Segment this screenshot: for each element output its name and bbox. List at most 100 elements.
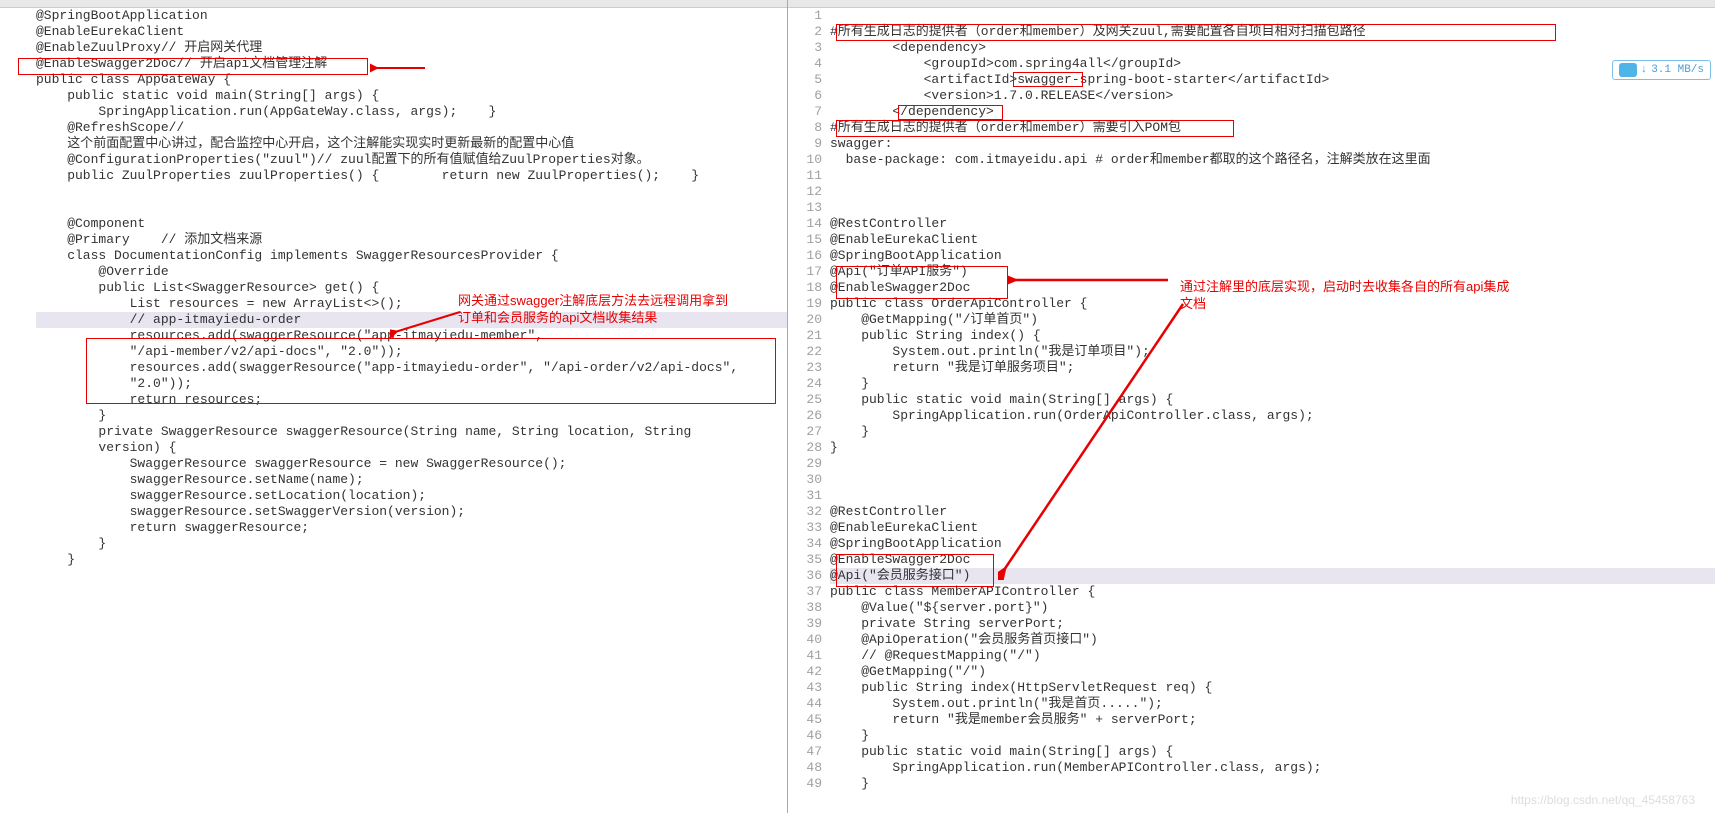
code-line[interactable]: [830, 168, 1715, 184]
code-line[interactable]: swaggerResource.setSwaggerVersion(versio…: [36, 504, 787, 520]
code-line[interactable]: @GetMapping("/"): [830, 664, 1715, 680]
code-line[interactable]: @RefreshScope//: [36, 120, 787, 136]
code-line[interactable]: base-package: com.itmayeidu.api # order和…: [830, 152, 1715, 168]
code-line[interactable]: @Value("${server.port}"): [830, 600, 1715, 616]
code-line[interactable]: private String serverPort;: [830, 616, 1715, 632]
code-line[interactable]: #所有生成日志的提供者（order和member）及网关zuul,需要配置各自项…: [830, 24, 1715, 40]
code-line[interactable]: @EnableEurekaClient: [36, 24, 787, 40]
code-line[interactable]: [36, 184, 787, 200]
left-pane: @SpringBootApplication@EnableEurekaClien…: [0, 0, 788, 813]
code-line[interactable]: }: [36, 408, 787, 424]
code-line[interactable]: public ZuulProperties zuulProperties() {…: [36, 168, 787, 184]
code-line[interactable]: @EnableSwagger2Doc// 开启api文档管理注解: [36, 56, 787, 72]
code-line[interactable]: System.out.println("我是订单项目");: [830, 344, 1715, 360]
code-line[interactable]: @EnableEurekaClient: [830, 232, 1715, 248]
code-line[interactable]: [830, 184, 1715, 200]
code-line[interactable]: [830, 456, 1715, 472]
left-gutter: [0, 8, 36, 813]
right-editor[interactable]: 1234567891011121314151617181920212223242…: [788, 8, 1715, 813]
speed-badge[interactable]: ↓ 3.1 MB/s: [1612, 60, 1711, 80]
code-line[interactable]: public String index() {: [830, 328, 1715, 344]
code-line[interactable]: public class OrderApiController {: [830, 296, 1715, 312]
code-line[interactable]: "2.0"));: [36, 376, 787, 392]
code-line[interactable]: version) {: [36, 440, 787, 456]
code-line[interactable]: resources.add(swaggerResource("app-itmay…: [36, 328, 787, 344]
code-line[interactable]: return swaggerResource;: [36, 520, 787, 536]
code-line[interactable]: public List<SwaggerResource> get() {: [36, 280, 787, 296]
code-line[interactable]: @Component: [36, 216, 787, 232]
code-line[interactable]: @Primary // 添加文档来源: [36, 232, 787, 248]
code-line[interactable]: System.out.println("我是首页.....");: [830, 696, 1715, 712]
code-line[interactable]: [36, 200, 787, 216]
code-line[interactable]: @EnableZuulProxy// 开启网关代理: [36, 40, 787, 56]
code-line[interactable]: [830, 488, 1715, 504]
code-line[interactable]: SwaggerResource swaggerResource = new Sw…: [36, 456, 787, 472]
code-line[interactable]: @RestController: [830, 504, 1715, 520]
code-line[interactable]: }: [830, 728, 1715, 744]
code-line[interactable]: List resources = new ArrayList<>();: [36, 296, 787, 312]
right-gutter: 1234567891011121314151617181920212223242…: [788, 8, 830, 813]
code-line[interactable]: @Api("会员服务接口"): [830, 568, 1715, 584]
code-line[interactable]: [830, 472, 1715, 488]
code-line[interactable]: </dependency>: [830, 104, 1715, 120]
code-line[interactable]: @Override: [36, 264, 787, 280]
code-line[interactable]: @EnableSwagger2Doc: [830, 552, 1715, 568]
code-line[interactable]: @Api("订单API服务"): [830, 264, 1715, 280]
download-arrow-icon: ↓: [1641, 64, 1648, 76]
code-line[interactable]: }: [830, 424, 1715, 440]
code-line[interactable]: resources.add(swaggerResource("app-itmay…: [36, 360, 787, 376]
code-line[interactable]: swaggerResource.setName(name);: [36, 472, 787, 488]
code-line[interactable]: <artifactId>swagger-spring-boot-starter<…: [830, 72, 1715, 88]
left-editor[interactable]: @SpringBootApplication@EnableEurekaClien…: [0, 8, 787, 813]
code-line[interactable]: <groupId>com.spring4all</groupId>: [830, 56, 1715, 72]
right-code[interactable]: #所有生成日志的提供者（order和member）及网关zuul,需要配置各自项…: [830, 8, 1715, 813]
code-line[interactable]: public String index(HttpServletRequest r…: [830, 680, 1715, 696]
code-line[interactable]: [830, 200, 1715, 216]
code-line[interactable]: private SwaggerResource swaggerResource(…: [36, 424, 787, 440]
code-line[interactable]: 这个前面配置中心讲过，配合监控中心开启，这个注解能实现实时更新最新的配置中心值: [36, 136, 787, 152]
code-line[interactable]: @ConfigurationProperties("zuul")// zuul配…: [36, 152, 787, 168]
code-line[interactable]: }: [36, 536, 787, 552]
speed-value: 3.1 MB/s: [1651, 64, 1704, 76]
code-line[interactable]: }: [36, 552, 787, 568]
code-line[interactable]: return "我是订单服务项目";: [830, 360, 1715, 376]
code-line[interactable]: <version>1.7.0.RELEASE</version>: [830, 88, 1715, 104]
code-line[interactable]: }: [830, 376, 1715, 392]
code-line[interactable]: // @RequestMapping("/"): [830, 648, 1715, 664]
code-line[interactable]: swaggerResource.setLocation(location);: [36, 488, 787, 504]
code-line[interactable]: SpringApplication.run(AppGateWay.class, …: [36, 104, 787, 120]
code-line[interactable]: @SpringBootApplication: [830, 248, 1715, 264]
code-line[interactable]: @GetMapping("/订单首页"): [830, 312, 1715, 328]
code-line[interactable]: public static void main(String[] args) {: [830, 392, 1715, 408]
left-code[interactable]: @SpringBootApplication@EnableEurekaClien…: [36, 8, 787, 813]
editor-container: @SpringBootApplication@EnableEurekaClien…: [0, 0, 1715, 813]
code-line[interactable]: @SpringBootApplication: [36, 8, 787, 24]
code-line[interactable]: <dependency>: [830, 40, 1715, 56]
code-line[interactable]: return "我是member会员服务" + serverPort;: [830, 712, 1715, 728]
watermark: https://blog.csdn.net/qq_45458763: [1511, 793, 1695, 807]
code-line[interactable]: }: [830, 776, 1715, 792]
code-line[interactable]: return resources;: [36, 392, 787, 408]
left-tabs[interactable]: [0, 0, 787, 8]
code-line[interactable]: @ApiOperation("会员服务首页接口"): [830, 632, 1715, 648]
code-line[interactable]: swagger:: [830, 136, 1715, 152]
right-tabs[interactable]: [788, 0, 1715, 8]
code-line[interactable]: public class AppGateWay {: [36, 72, 787, 88]
cloud-icon: [1619, 63, 1637, 77]
code-line[interactable]: public static void main(String[] args) {: [830, 744, 1715, 760]
code-line[interactable]: SpringApplication.run(MemberAPIControlle…: [830, 760, 1715, 776]
code-line[interactable]: public static void main(String[] args) {: [36, 88, 787, 104]
right-pane: 1234567891011121314151617181920212223242…: [788, 0, 1715, 813]
code-line[interactable]: // app-itmayiedu-order: [36, 312, 787, 328]
code-line[interactable]: }: [830, 440, 1715, 456]
code-line[interactable]: @SpringBootApplication: [830, 536, 1715, 552]
code-line[interactable]: public class MemberAPIController {: [830, 584, 1715, 600]
code-line[interactable]: "/api-member/v2/api-docs", "2.0"));: [36, 344, 787, 360]
code-line[interactable]: @EnableEurekaClient: [830, 520, 1715, 536]
code-line[interactable]: [830, 8, 1715, 24]
code-line[interactable]: class DocumentationConfig implements Swa…: [36, 248, 787, 264]
code-line[interactable]: #所有生成日志的提供者（order和member）需要引入POM包: [830, 120, 1715, 136]
code-line[interactable]: SpringApplication.run(OrderApiController…: [830, 408, 1715, 424]
code-line[interactable]: @EnableSwagger2Doc: [830, 280, 1715, 296]
code-line[interactable]: @RestController: [830, 216, 1715, 232]
